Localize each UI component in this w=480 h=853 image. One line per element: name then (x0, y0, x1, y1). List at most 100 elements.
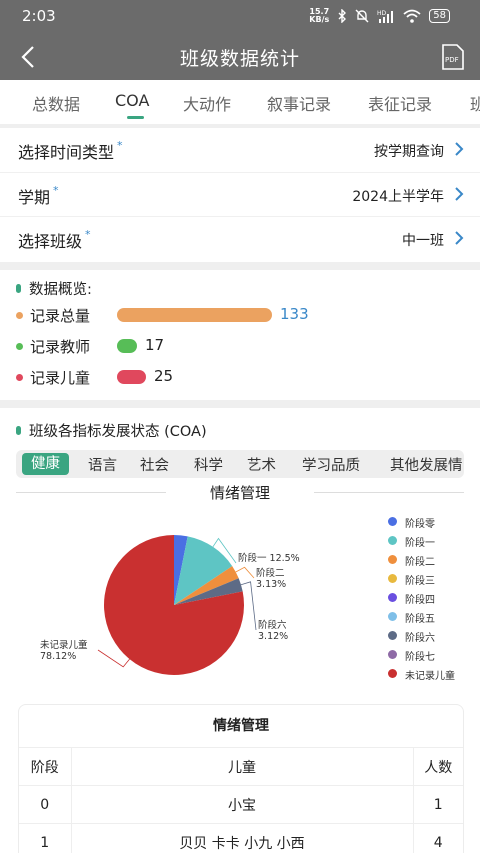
time-type-selector[interactable]: 选择时间类型 * 按学期查询 (0, 128, 480, 172)
tab-coa[interactable]: COA (115, 91, 149, 110)
overview-value: 133 (280, 305, 309, 323)
subtab-art[interactable]: 艺术 (247, 454, 276, 475)
overview-value: 17 (145, 336, 165, 354)
legend-label: 未记录儿童 (405, 671, 455, 682)
subtab-social[interactable]: 社会 (140, 454, 169, 475)
coa-card: 班级各指标发展状态 (COA) 健康 语言 社会 科学 艺术 学习品质 其他发展… (0, 408, 480, 853)
status-icons: 15.7 KB/s HD 58 (309, 8, 450, 24)
table-header-row: 阶段 儿童 人数 (19, 747, 463, 786)
table-header: 阶段 (19, 747, 71, 786)
mute-bell-icon (355, 9, 369, 23)
table-title: 情绪管理 (213, 718, 269, 734)
class-selector[interactable]: 选择班级 * 中一班 (0, 216, 480, 260)
overview-dot (16, 312, 23, 319)
legend-label: 阶段七 (405, 652, 435, 663)
tab-gross-motor[interactable]: 大动作 (183, 91, 231, 115)
legend-label: 阶段一 (405, 538, 435, 549)
table-header: 人数 (412, 747, 463, 786)
table-cell: 0 (19, 785, 71, 824)
overview-bar (117, 370, 146, 384)
pie-data-label: 阶段二 3.13% (256, 567, 286, 590)
overview-title: 数据概览: (29, 282, 92, 298)
legend-label: 阶段五 (405, 614, 435, 625)
section-bullet (16, 426, 21, 435)
overview-card: 数据概览: 记录总量 133 记录教师 17 记录儿童 25 (0, 270, 480, 400)
network-speed: 15.7 KB/s (309, 7, 330, 24)
legend-label: 阶段三 (405, 576, 435, 587)
overview-label: 记录教师 (30, 338, 91, 356)
pie-data-label: 阶段六 3.12% (258, 619, 288, 642)
table-row: 1 贝贝 卡卡 小九 小西 4 (19, 823, 463, 853)
subtab-health[interactable]: 健康 (22, 453, 69, 475)
wifi-icon (403, 9, 421, 23)
app-bar: 班级数据统计 PDF (0, 32, 480, 80)
tab-indicator (127, 116, 144, 119)
legend-label: 阶段四 (405, 595, 435, 606)
pie-label-line (235, 566, 255, 579)
page-title: 班级数据统计 (179, 48, 300, 70)
overview-label: 记录总量 (30, 307, 91, 325)
pie-data-label: 未记录儿童 78.12% (40, 639, 88, 662)
stage-table: 情绪管理 阶段 儿童 人数 0 小宝 1 1 贝贝 卡卡 小九 小西 4 (18, 704, 464, 853)
legend-dot (388, 555, 397, 564)
table-cell: 1 (19, 823, 71, 853)
legend-dot (388, 669, 397, 678)
overview-bar (117, 339, 137, 353)
term-selector[interactable]: 学期 * 2024上半学年 (0, 172, 480, 216)
section-bullet (16, 284, 21, 293)
legend-dot (388, 536, 397, 545)
table-header: 儿童 (70, 747, 413, 786)
signal-icon: HD (377, 10, 394, 23)
overview-value: 25 (154, 367, 174, 385)
pie-chart: 阶段一 12.5% 阶段二 3.13% 阶段六 3.12% 未记录儿童 78.12% (40, 535, 300, 675)
overview-row: 记录儿童 25 (16, 366, 456, 388)
legend-dot (388, 574, 397, 583)
table-cell: 小宝 (70, 785, 413, 824)
tab-narrative[interactable]: 叙事记录 (267, 91, 331, 115)
subtab-science[interactable]: 科学 (194, 454, 223, 475)
status-bar: 2:03 15.7 KB/s HD 58 (0, 0, 480, 32)
subtab-learning-quality[interactable]: 学习品质 (302, 454, 360, 475)
stage-table-grid: 阶段 儿童 人数 0 小宝 1 1 贝贝 卡卡 小九 小西 4 (19, 747, 463, 853)
pie-data-label: 阶段一 12.5% (238, 552, 300, 564)
overview-row: 记录总量 133 (16, 304, 456, 326)
chevron-right-icon (455, 142, 464, 156)
tab-representation[interactable]: 表征记录 (368, 91, 432, 115)
legend-label: 阶段六 (405, 633, 435, 644)
table-row: 0 小宝 1 (19, 785, 463, 824)
required-mark: * (53, 184, 59, 197)
legend-dot (388, 593, 397, 602)
legend-dot (388, 612, 397, 621)
table-cell: 1 (412, 785, 463, 824)
domain-subtabs: 健康 语言 社会 科学 艺术 学习品质 其他发展情 (16, 450, 464, 478)
legend-dot (388, 650, 397, 659)
tab-class[interactable]: 班 (470, 91, 480, 115)
required-mark: * (85, 228, 91, 241)
class-value: 中一班 (402, 233, 444, 249)
legend-dot (388, 517, 397, 526)
table-cell: 贝贝 卡卡 小九 小西 (70, 823, 413, 853)
term-label: 学期 (18, 188, 51, 207)
time-type-value: 按学期查询 (374, 144, 444, 160)
legend-label: 阶段二 (405, 557, 435, 568)
filter-card: 选择时间类型 * 按学期查询 学期 * 2024上半学年 选择班级 * 中一班 (0, 128, 480, 262)
overview-bar (117, 308, 272, 322)
overview-row: 记录教师 17 (16, 335, 456, 357)
chevron-right-icon (455, 187, 464, 201)
svg-text:PDF: PDF (445, 56, 459, 64)
tab-total[interactable]: 总数据 (32, 91, 80, 115)
term-value: 2024上半学年 (352, 189, 444, 205)
legend-dot (388, 631, 397, 640)
chevron-right-icon (455, 231, 464, 245)
subtab-other[interactable]: 其他发展情 (390, 454, 463, 475)
required-mark: * (117, 139, 123, 152)
class-label: 选择班级 (18, 232, 83, 251)
subtab-language[interactable]: 语言 (88, 454, 117, 475)
pdf-export-icon[interactable]: PDF (442, 44, 464, 70)
bluetooth-icon (338, 9, 347, 23)
main-tabs: 总数据 COA 大动作 叙事记录 表征记录 班 (0, 80, 480, 124)
overview-dot (16, 374, 23, 381)
overview-label: 记录儿童 (30, 369, 91, 387)
status-time: 2:03 (22, 7, 56, 25)
chart-title: 情绪管理 (209, 484, 270, 502)
